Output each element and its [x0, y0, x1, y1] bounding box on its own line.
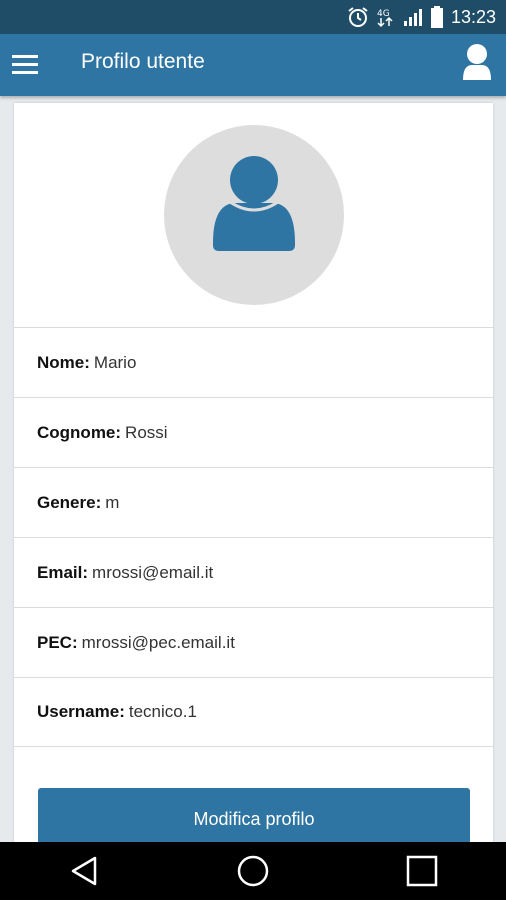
avatar — [164, 125, 344, 305]
alarm-icon — [347, 6, 369, 28]
field-row-pec: PEC: mrossi@pec.email.it — [14, 607, 493, 677]
field-label: Cognome: — [37, 422, 122, 442]
navigation-bar — [0, 842, 506, 900]
field-value: m — [105, 492, 120, 512]
field-label: Nome: — [37, 352, 90, 372]
recents-button[interactable] — [392, 846, 452, 896]
field-label: Genere: — [37, 492, 102, 512]
field-row-nome: Nome: Mario — [14, 327, 493, 397]
field-label: Username: — [37, 702, 125, 721]
recents-icon — [406, 855, 437, 887]
status-bar: 4G 13:23 — [0, 0, 506, 34]
field-label: PEC: — [37, 632, 78, 652]
network-label: 4G — [377, 9, 390, 19]
app-bar: Profilo utente — [0, 34, 506, 96]
account-button[interactable] — [460, 44, 494, 82]
status-time: 13:23 — [450, 6, 496, 27]
field-row-email: Email: mrossi@email.it — [14, 537, 493, 607]
edit-profile-button[interactable]: Modifica profilo — [38, 788, 470, 850]
back-icon — [72, 856, 97, 886]
field-value: Rossi — [125, 422, 168, 442]
field-value: Mario — [93, 352, 137, 372]
field-row-username: Username: tecnico.1 — [14, 677, 493, 747]
user-avatar-icon — [213, 156, 295, 251]
home-icon — [237, 855, 269, 887]
network-4g-icon: 4G — [377, 6, 395, 28]
back-button[interactable] — [54, 846, 114, 896]
field-value: tecnico.1 — [128, 702, 197, 721]
menu-button[interactable] — [12, 53, 40, 77]
page-title: Profilo utente — [81, 50, 205, 73]
field-label: Email: — [37, 562, 89, 582]
account-icon — [463, 44, 491, 80]
profile-card: Nome: Mario Cognome: Rossi Genere: m Ema… — [14, 103, 493, 863]
home-button[interactable] — [223, 846, 283, 896]
field-value: mrossi@email.it — [92, 562, 214, 582]
menu-icon — [12, 55, 38, 74]
field-row-genere: Genere: m — [14, 467, 493, 537]
field-row-cognome: Cognome: Rossi — [14, 397, 493, 467]
battery-icon — [430, 6, 443, 28]
field-value: mrossi@pec.email.it — [81, 632, 235, 652]
signal-icon — [403, 7, 423, 27]
